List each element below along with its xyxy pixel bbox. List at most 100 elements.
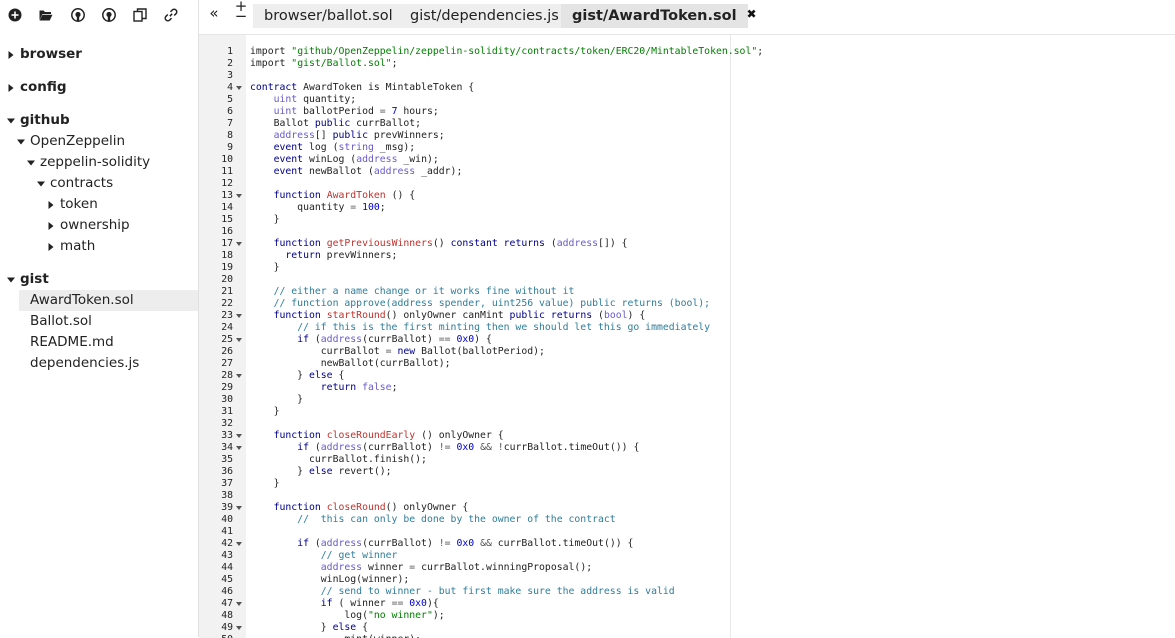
caret-down-icon[interactable] — [6, 269, 16, 290]
line-number: 5 — [227, 94, 233, 105]
code-token: log ( — [303, 142, 339, 153]
code-line: 9 event log (string _msg); — [199, 142, 1175, 154]
tab-browser-ballot[interactable]: browser/ballot.sol — [253, 4, 404, 28]
code-token: prevWinners; — [367, 130, 445, 141]
code-token: if — [297, 538, 309, 549]
line-number: 42 — [221, 538, 233, 549]
code-line: 33 function closeRoundEarly () onlyOwner… — [199, 430, 1175, 442]
code-line: 24 // if this is the first minting then … — [199, 322, 1175, 334]
code-line: 40 // this can only be done by the owner… — [199, 514, 1175, 526]
fold-toggle-icon[interactable] — [236, 190, 244, 202]
tab-label: gist/AwardToken.sol — [572, 8, 737, 24]
code-text: uint ballotPeriod = 7 hours; — [250, 106, 439, 118]
line-number: 12 — [221, 178, 233, 189]
line-number: 44 — [221, 562, 233, 573]
code-token: if — [297, 334, 309, 345]
code-line: 50 mint(winner); — [199, 634, 1175, 638]
caret-down-icon[interactable] — [16, 131, 26, 152]
plus-icon[interactable] — [5, 5, 25, 25]
code-token: prevWinners; — [320, 250, 398, 261]
folder-item[interactable]: math — [0, 236, 198, 257]
code-token: ); — [432, 610, 445, 621]
line-number: 43 — [221, 550, 233, 561]
folder-item[interactable]: ownership — [0, 215, 198, 236]
fold-toggle-icon[interactable] — [236, 442, 244, 454]
code-token: { — [332, 370, 345, 381]
line-number: 7 — [227, 118, 233, 129]
line-number: 17 — [221, 238, 233, 249]
fold-toggle-icon[interactable] — [236, 502, 244, 514]
fold-toggle-icon[interactable] — [236, 538, 244, 550]
fold-toggle-icon[interactable] — [236, 598, 244, 610]
code-line: 23 function startRound() onlyOwner canMi… — [199, 310, 1175, 322]
file-item[interactable]: AwardToken.sol — [19, 290, 198, 311]
folder-item[interactable]: gist — [0, 269, 198, 290]
tab-gist-dependencies[interactable]: gist/dependencies.js — [399, 4, 570, 28]
copy-icon[interactable] — [130, 5, 150, 25]
fold-toggle-icon[interactable] — [236, 334, 244, 346]
code-token: uint — [273, 106, 298, 117]
folder-item[interactable]: config — [0, 77, 198, 98]
code-token: ballotPeriod — [297, 106, 380, 117]
code-line: 25 if (address(currBallot) == 0x0) { — [199, 334, 1175, 346]
code-token: returns — [503, 238, 545, 249]
code-token: address — [373, 166, 416, 177]
folder-item[interactable]: OpenZeppelin — [0, 131, 198, 152]
caret-right-icon[interactable] — [6, 44, 16, 65]
folder-item[interactable]: token — [0, 194, 198, 215]
line-number: 37 — [221, 478, 233, 489]
folder-open-icon[interactable] — [36, 5, 56, 25]
fold-toggle-icon[interactable] — [236, 370, 244, 382]
fold-toggle-icon[interactable] — [236, 82, 244, 94]
caret-down-icon[interactable] — [26, 152, 36, 173]
github-icon[interactable] — [68, 5, 88, 25]
github-icon[interactable] — [99, 5, 119, 25]
folder-item[interactable]: contracts — [0, 173, 198, 194]
line-number: 38 — [221, 490, 233, 501]
code-text: return prevWinners; — [250, 250, 397, 262]
fold-toggle-icon[interactable] — [236, 430, 244, 442]
file-item[interactable]: Ballot.sol — [0, 311, 198, 332]
tree-item-label: README.md — [30, 334, 114, 350]
caret-right-icon[interactable] — [6, 77, 16, 98]
folder-item[interactable]: github — [0, 110, 198, 131]
code-token: "github/OpenZeppelin/zeppelin-solidity/c… — [291, 46, 758, 57]
code-token: mint(winner); — [250, 634, 421, 638]
caret-down-icon[interactable] — [6, 110, 16, 131]
tree-item-label: browser — [20, 46, 82, 62]
line-number: 23 — [221, 310, 233, 321]
line-number: 30 — [221, 394, 233, 405]
collapse-panel-button[interactable]: « — [206, 2, 222, 24]
folder-item[interactable]: zeppelin-solidity — [0, 152, 198, 173]
fold-toggle-icon[interactable] — [236, 238, 244, 250]
caret-right-icon[interactable] — [46, 215, 56, 236]
code-token: } — [250, 622, 333, 633]
line-number: 3 — [227, 70, 233, 81]
caret-down-icon[interactable] — [36, 173, 46, 194]
file-item[interactable]: dependencies.js — [0, 353, 198, 374]
zoom-out-button[interactable]: − — [233, 5, 249, 27]
caret-right-icon[interactable] — [46, 194, 56, 215]
close-icon[interactable]: ✖ — [747, 8, 757, 20]
code-token: Ballot — [250, 118, 315, 129]
line-number: 4 — [227, 82, 233, 93]
caret-right-icon[interactable] — [46, 236, 56, 257]
file-item[interactable]: README.md — [0, 332, 198, 353]
code-token: ( — [308, 442, 321, 453]
code-text: uint quantity; — [250, 94, 357, 106]
fold-toggle-icon[interactable] — [236, 622, 244, 634]
code-token: 0x0 — [456, 334, 475, 345]
code-editor[interactable]: 1 import "github/OpenZeppelin/zeppelin-so… — [199, 34, 1175, 638]
tab-gist-awardtoken[interactable]: gist/AwardToken.sol ✖ — [561, 4, 757, 28]
folder-item[interactable]: browser — [0, 44, 198, 65]
code-line: 1 import "github/OpenZeppelin/zeppelin-so… — [199, 46, 1175, 58]
fold-toggle-icon[interactable] — [236, 310, 244, 322]
code-text: quantity = 100; — [250, 202, 386, 214]
code-token: AwardToken is MintableToken { — [297, 82, 475, 93]
link-icon[interactable] — [161, 5, 181, 25]
